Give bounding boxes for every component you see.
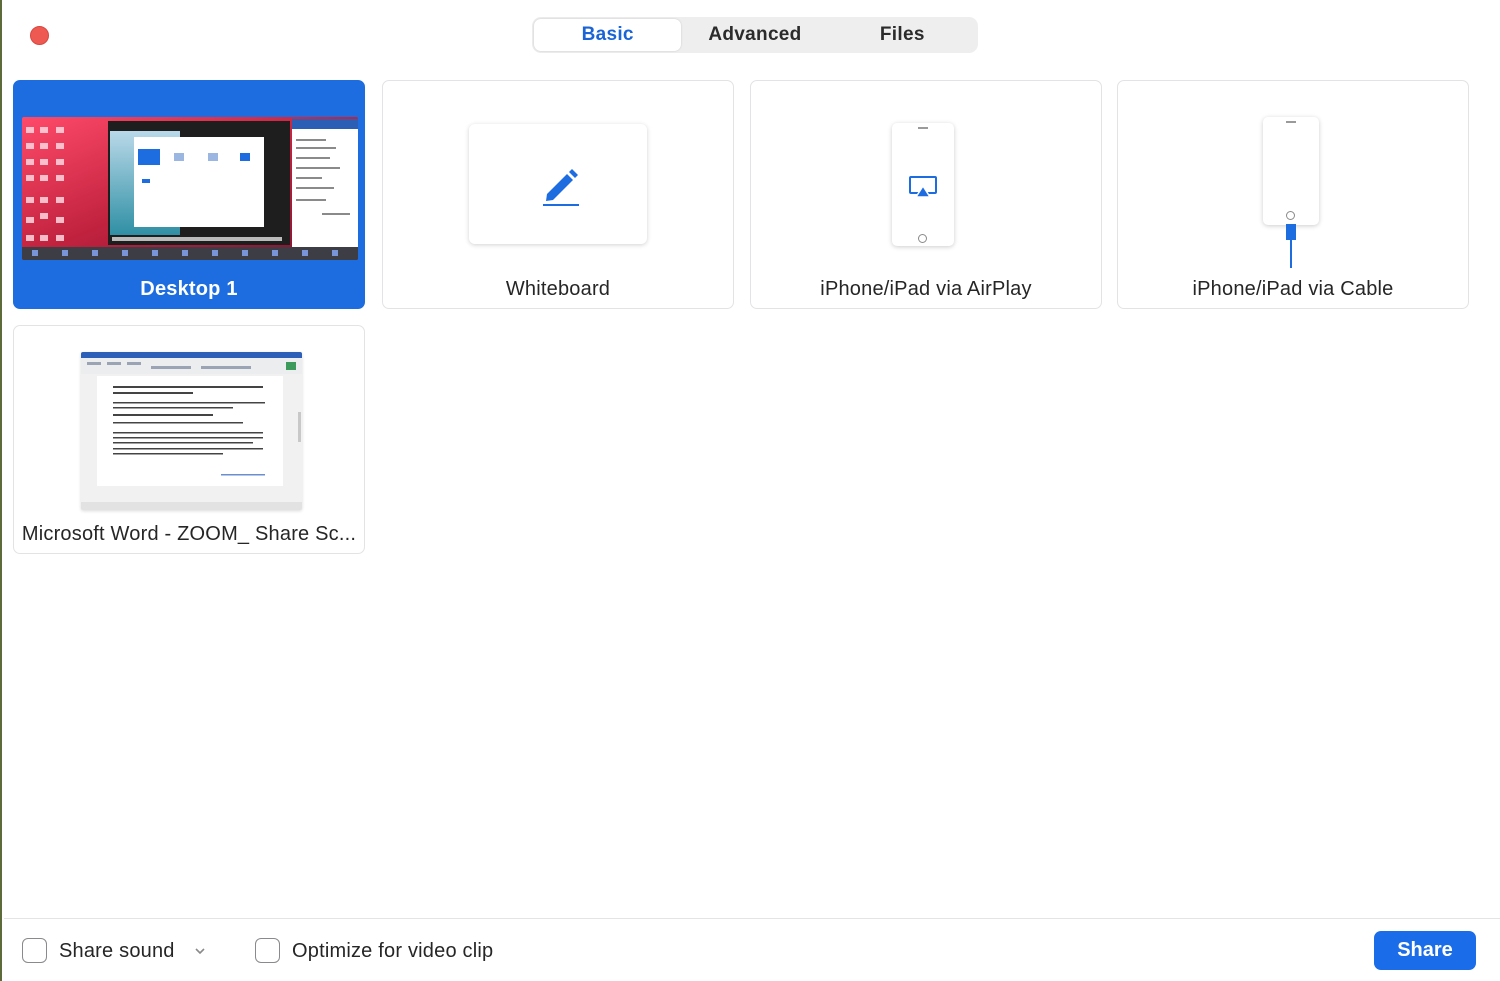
share-option-desktop[interactable]: Desktop 1: [13, 80, 365, 309]
share-sound-label: Share sound: [59, 940, 175, 962]
share-sound-checkbox[interactable]: [22, 938, 47, 963]
optimize-video-checkbox[interactable]: [255, 938, 280, 963]
share-option-word-window[interactable]: Microsoft Word - ZOOM_ Share Sc...: [13, 325, 365, 554]
optimize-video-label: Optimize for video clip: [292, 940, 494, 962]
close-window-button[interactable]: [30, 26, 49, 45]
pencil-icon: [543, 169, 579, 206]
desktop-preview-thumbnail: [22, 117, 358, 260]
whiteboard-card: [469, 124, 647, 244]
share-option-cable[interactable]: iPhone/iPad via Cable: [1117, 80, 1469, 309]
share-option-airplay[interactable]: iPhone/iPad via AirPlay: [750, 80, 1102, 309]
word-preview-thumbnail: [81, 352, 302, 510]
tile-label-word: Microsoft Word - ZOOM_ Share Sc...: [21, 523, 357, 545]
share-button[interactable]: Share: [1374, 931, 1476, 970]
tile-label-cable: iPhone/iPad via Cable: [1192, 278, 1394, 300]
tab-advanced[interactable]: Advanced: [681, 19, 828, 51]
tile-label-whiteboard: Whiteboard: [505, 278, 611, 300]
share-option-whiteboard[interactable]: Whiteboard: [382, 80, 734, 309]
phone-cable-illustration: [1263, 117, 1319, 225]
footer-bar: Share sound Optimize for video clip Shar…: [4, 918, 1500, 981]
tab-files[interactable]: Files: [829, 19, 976, 51]
tab-basic[interactable]: Basic: [534, 19, 682, 51]
cable-icon: [1286, 224, 1296, 268]
share-screen-window: Basic Advanced Files Desktop 1 Whiteboar…: [0, 0, 1500, 981]
phone-illustration: [892, 123, 954, 246]
chevron-down-icon[interactable]: [194, 947, 206, 955]
tile-label-airplay: iPhone/iPad via AirPlay: [820, 278, 1032, 300]
tab-bar: Basic Advanced Files: [532, 17, 978, 53]
airplay-icon: [909, 176, 937, 198]
tile-label-desktop: Desktop 1: [140, 278, 238, 300]
